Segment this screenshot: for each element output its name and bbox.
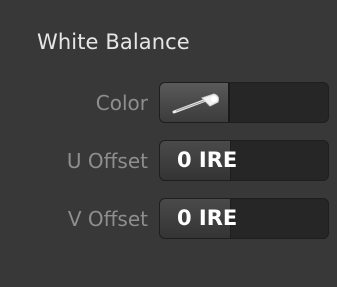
color-label: Color — [95, 91, 148, 115]
u-offset-label: U Offset — [66, 149, 148, 173]
eyedropper-button[interactable] — [160, 83, 230, 122]
eyedropper-icon — [172, 93, 219, 114]
v-offset-value: 0 IRE — [177, 206, 238, 230]
section-title: White Balance — [37, 30, 190, 54]
white-balance-panel: White Balance Color U Offset 0 IRE V Off… — [0, 0, 337, 287]
u-offset-value: 0 IRE — [177, 148, 238, 172]
color-picker-field[interactable] — [159, 82, 329, 123]
v-offset-field[interactable]: 0 IRE — [159, 198, 329, 239]
v-offset-label: V Offset — [67, 207, 148, 231]
u-offset-field[interactable]: 0 IRE — [159, 140, 329, 181]
